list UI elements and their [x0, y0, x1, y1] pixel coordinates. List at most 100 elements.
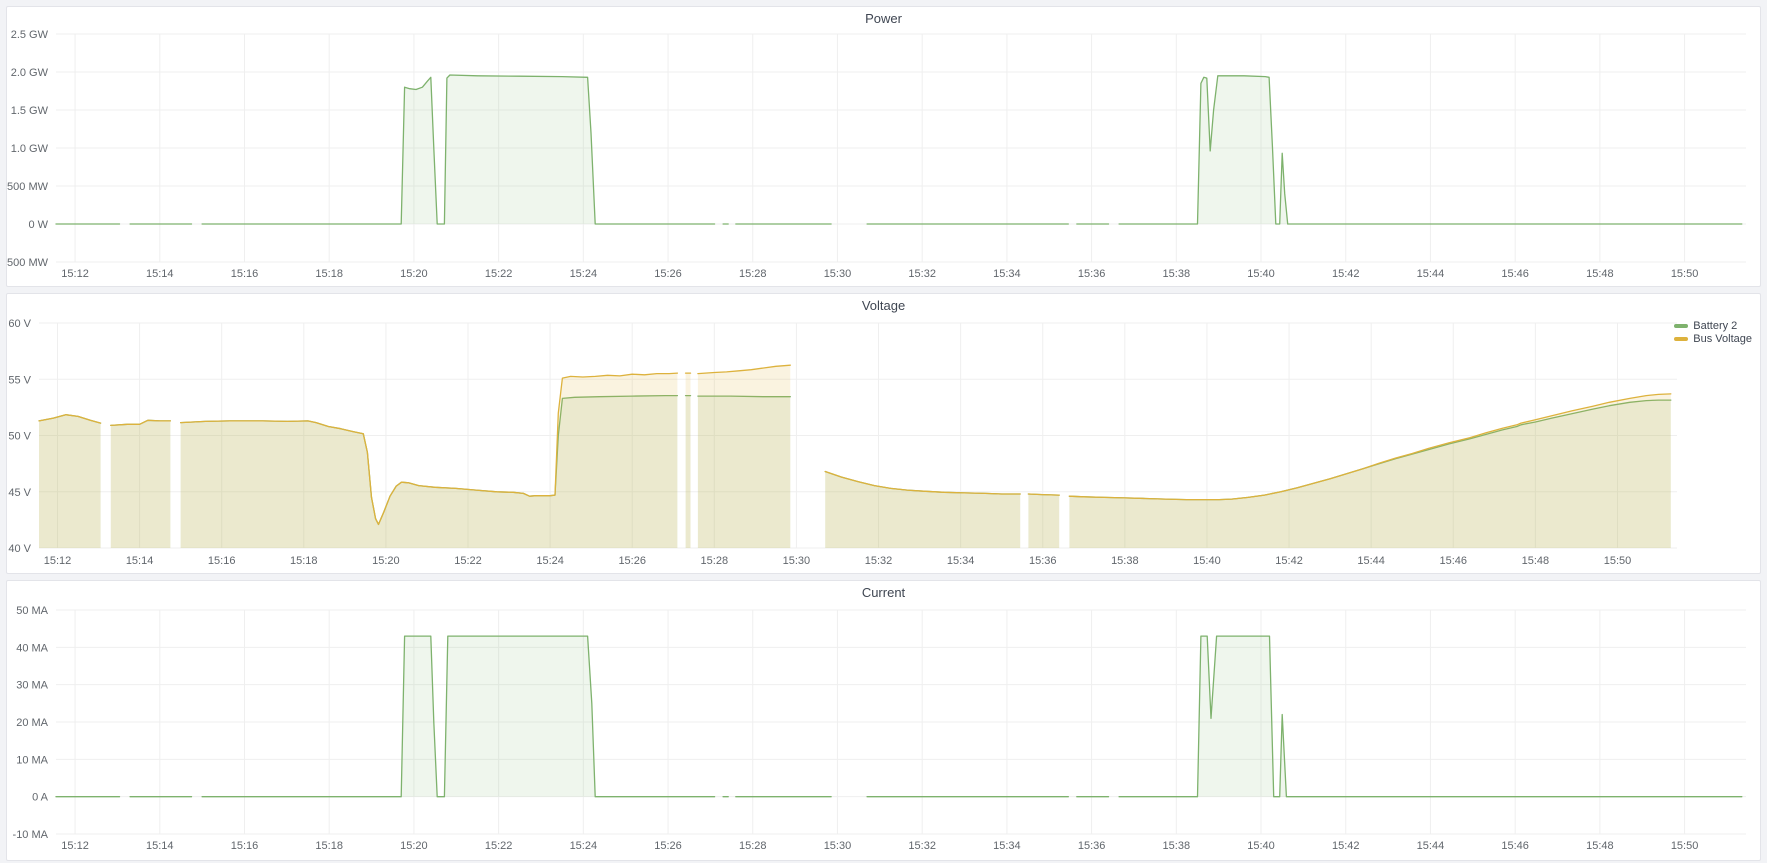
x-tick-label: 15:18: [290, 555, 318, 567]
series-area: [181, 373, 678, 548]
y-tick-label: -500 MW: [7, 257, 49, 269]
x-tick-label: 15:36: [1029, 555, 1057, 567]
y-tick-label: 500 MW: [7, 181, 49, 193]
x-tick-label: 15:24: [570, 268, 598, 280]
y-tick-label: 10 MA: [16, 754, 48, 766]
legend-swatch-icon: [1674, 337, 1688, 341]
x-tick-label: 15:26: [654, 840, 682, 852]
x-tick-label: 15:22: [485, 840, 513, 852]
voltage-legend: Battery 2Bus Voltage: [1674, 320, 1752, 345]
x-tick-label: 15:16: [231, 840, 259, 852]
y-tick-label: 1.5 GW: [11, 105, 49, 117]
y-tick-label: 45 V: [8, 487, 31, 499]
x-tick-label: 15:38: [1163, 840, 1191, 852]
series-area: [202, 636, 715, 797]
x-tick-label: 15:32: [908, 840, 936, 852]
x-tick-label: 15:32: [865, 555, 893, 567]
x-tick-label: 15:16: [208, 555, 236, 567]
x-tick-label: 15:40: [1247, 840, 1275, 852]
x-tick-label: 15:42: [1332, 840, 1360, 852]
panel-title-current[interactable]: Current: [7, 581, 1760, 603]
x-tick-label: 15:22: [485, 268, 513, 280]
x-tick-label: 15:26: [618, 555, 646, 567]
x-tick-label: 15:42: [1332, 268, 1360, 280]
x-tick-label: 15:16: [231, 268, 259, 280]
series-area: [698, 365, 790, 548]
x-tick-label: 15:12: [44, 555, 72, 567]
y-tick-label: 40 MA: [16, 642, 48, 654]
y-tick-label: 50 MA: [16, 605, 48, 617]
x-tick-label: 15:28: [739, 840, 767, 852]
x-tick-label: 15:12: [61, 840, 89, 852]
x-tick-label: 15:18: [315, 840, 343, 852]
legend-item-battery-2[interactable]: Battery 2: [1674, 320, 1752, 332]
x-tick-label: 15:34: [947, 555, 975, 567]
x-tick-label: 15:20: [372, 555, 400, 567]
y-tick-label: 2.0 GW: [11, 67, 49, 79]
x-tick-label: 15:18: [315, 268, 343, 280]
y-tick-label: 30 MA: [16, 680, 48, 692]
x-tick-label: 15:14: [146, 840, 174, 852]
voltage-chart[interactable]: 60 V 55 V 50 V 45 V 40 V 15:12 15:14 15:16 15:18…: [7, 316, 1760, 573]
y-tick-label: 0 W: [28, 219, 48, 231]
panel-current: Current 50 MA 40 MA 30 MA 20 MA 10 MA 0 A -10 …: [6, 580, 1761, 861]
series-area: [825, 472, 1020, 549]
legend-item-bus-voltage[interactable]: Bus Voltage: [1674, 333, 1752, 345]
series-area: [202, 75, 715, 224]
y-tick-label: 55 V: [8, 374, 31, 386]
x-tick-label: 15:50: [1671, 840, 1699, 852]
x-tick-label: 15:30: [824, 268, 852, 280]
x-tick-label: 15:40: [1247, 268, 1275, 280]
x-tick-label: 15:50: [1671, 268, 1699, 280]
x-tick-label: 15:14: [146, 268, 174, 280]
y-tick-label: 60 V: [8, 318, 31, 330]
panel-title-power[interactable]: Power: [7, 7, 1760, 29]
x-tick-label: 15:34: [993, 268, 1021, 280]
x-tick-label: 15:36: [1078, 840, 1106, 852]
panel-voltage: Voltage 60 V 55 V 50 V 45 V 40 V 15:12 15:14 15…: [6, 293, 1761, 574]
power-chart[interactable]: 2.5 GW 2.0 GW 1.5 GW 1.0 GW 500 MW 0 W -500 MW…: [7, 29, 1760, 286]
legend-label: Bus Voltage: [1693, 333, 1752, 345]
y-tick-label: 2.5 GW: [11, 29, 49, 41]
x-tick-label: 15:42: [1275, 555, 1303, 567]
panel-power: Power 2.5 GW 2.0 GW 1.5 GW 1.0 GW 500 MW 0 W -…: [6, 6, 1761, 287]
y-tick-label: 20 MA: [16, 717, 48, 729]
x-tick-label: 15:26: [654, 268, 682, 280]
x-tick-label: 15:20: [400, 268, 428, 280]
x-tick-label: 15:48: [1586, 840, 1614, 852]
x-tick-label: 15:46: [1501, 840, 1529, 852]
x-tick-label: 15:28: [701, 555, 729, 567]
x-tick-label: 15:32: [908, 268, 936, 280]
x-tick-label: 15:20: [400, 840, 428, 852]
series-area: [1069, 394, 1670, 548]
x-tick-label: 15:14: [126, 555, 154, 567]
x-tick-label: 15:24: [536, 555, 564, 567]
x-tick-label: 15:50: [1604, 555, 1632, 567]
y-tick-label: 40 V: [8, 543, 31, 555]
x-tick-label: 15:12: [61, 268, 89, 280]
x-tick-label: 15:46: [1501, 268, 1529, 280]
x-tick-label: 15:24: [570, 840, 598, 852]
legend-swatch-icon: [1674, 324, 1688, 328]
x-tick-label: 15:28: [739, 268, 767, 280]
series-area: [111, 420, 171, 548]
x-tick-label: 15:44: [1417, 268, 1445, 280]
x-tick-label: 15:44: [1357, 555, 1385, 567]
series-area: [686, 373, 691, 548]
y-tick-label: -10 MA: [13, 829, 49, 841]
x-tick-label: 15:38: [1163, 268, 1191, 280]
series-area: [1028, 494, 1059, 548]
x-tick-label: 15:44: [1417, 840, 1445, 852]
x-tick-label: 15:30: [824, 840, 852, 852]
series-area: [39, 415, 101, 548]
x-tick-label: 15:38: [1111, 555, 1139, 567]
x-tick-label: 15:48: [1586, 268, 1614, 280]
current-chart[interactable]: 50 MA 40 MA 30 MA 20 MA 10 MA 0 A -10 MA 15:12 1…: [7, 603, 1760, 860]
x-tick-label: 15:22: [454, 555, 482, 567]
x-tick-label: 15:34: [993, 840, 1021, 852]
y-tick-label: 0 A: [32, 792, 49, 804]
x-tick-label: 15:46: [1439, 555, 1467, 567]
y-tick-label: 1.0 GW: [11, 143, 49, 155]
panel-title-voltage[interactable]: Voltage: [7, 294, 1760, 316]
y-tick-label: 50 V: [8, 431, 31, 443]
